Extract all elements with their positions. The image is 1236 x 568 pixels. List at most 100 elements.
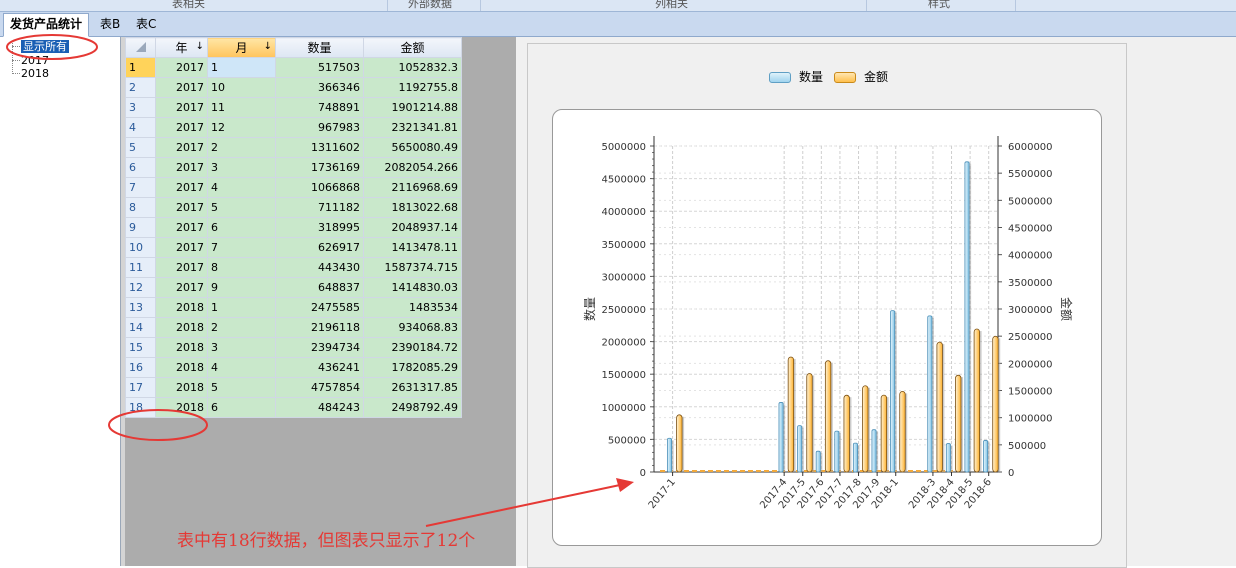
cell-quantity[interactable]: 1066868 — [275, 177, 364, 198]
column-header-month[interactable]: 月 ↓ — [207, 37, 276, 58]
tree-item-2018[interactable]: 2018 — [21, 67, 49, 80]
cell-amount[interactable]: 1413478.11 — [363, 237, 462, 258]
legend-item-amount[interactable]: 金额 — [834, 68, 888, 85]
table-row[interactable]: 7 2017 4 1066868 2116968.69 — [125, 177, 462, 198]
cell-year[interactable]: 2017 — [155, 217, 208, 238]
cell-month[interactable]: 7 — [207, 237, 276, 258]
row-number[interactable]: 13 — [125, 297, 156, 318]
cell-month[interactable]: 1 — [207, 57, 276, 78]
cell-month[interactable]: 10 — [207, 77, 276, 98]
cell-year[interactable]: 2017 — [155, 277, 208, 298]
table-row[interactable]: 14 2018 2 2196118 934068.83 — [125, 317, 462, 338]
table-row[interactable]: 13 2018 1 2475585 1483534 — [125, 297, 462, 318]
cell-amount[interactable]: 2048937.14 — [363, 217, 462, 238]
row-number[interactable]: 3 — [125, 97, 156, 118]
row-number[interactable]: 5 — [125, 137, 156, 158]
cell-quantity[interactable]: 2394734 — [275, 337, 364, 358]
cell-year[interactable]: 2017 — [155, 237, 208, 258]
cell-quantity[interactable]: 1311602 — [275, 137, 364, 158]
row-number[interactable]: 4 — [125, 117, 156, 138]
tab-table-c[interactable]: 表C — [130, 14, 162, 35]
cell-amount[interactable]: 1414830.03 — [363, 277, 462, 298]
cell-amount[interactable]: 1901214.88 — [363, 97, 462, 118]
cell-month[interactable]: 4 — [207, 357, 276, 378]
cell-quantity[interactable]: 4757854 — [275, 377, 364, 398]
row-number[interactable]: 14 — [125, 317, 156, 338]
table-row[interactable]: 11 2017 8 443430 1587374.715 — [125, 257, 462, 278]
table-row[interactable]: 10 2017 7 626917 1413478.11 — [125, 237, 462, 258]
cell-year[interactable]: 2017 — [155, 197, 208, 218]
cell-month[interactable]: 1 — [207, 297, 276, 318]
column-header-year[interactable]: 年 ↓ — [155, 37, 208, 58]
cell-month[interactable]: 12 — [207, 117, 276, 138]
table-row[interactable]: 6 2017 3 1736169 2082054.266 — [125, 157, 462, 178]
cell-year[interactable]: 2017 — [155, 57, 208, 78]
cell-amount[interactable]: 2116968.69 — [363, 177, 462, 198]
cell-year[interactable]: 2018 — [155, 297, 208, 318]
table-row[interactable]: 16 2018 4 436241 1782085.29 — [125, 357, 462, 378]
cell-month[interactable]: 5 — [207, 197, 276, 218]
table-row[interactable]: 12 2017 9 648837 1414830.03 — [125, 277, 462, 298]
row-number[interactable]: 2 — [125, 77, 156, 98]
cell-amount[interactable]: 2082054.266 — [363, 157, 462, 178]
cell-quantity[interactable]: 2475585 — [275, 297, 364, 318]
cell-amount[interactable]: 2390184.72 — [363, 337, 462, 358]
cell-amount[interactable]: 5650080.49 — [363, 137, 462, 158]
cell-month[interactable]: 11 — [207, 97, 276, 118]
cell-month[interactable]: 4 — [207, 177, 276, 198]
cell-quantity[interactable]: 648837 — [275, 277, 364, 298]
row-number[interactable]: 1 — [125, 57, 156, 78]
cell-quantity[interactable]: 318995 — [275, 217, 364, 238]
row-number[interactable]: 8 — [125, 197, 156, 218]
cell-year[interactable]: 2017 — [155, 177, 208, 198]
cell-quantity[interactable]: 967983 — [275, 117, 364, 138]
cell-amount[interactable]: 2498792.49 — [363, 397, 462, 418]
cell-quantity[interactable]: 517503 — [275, 57, 364, 78]
cell-quantity[interactable]: 484243 — [275, 397, 364, 418]
column-header-amount[interactable]: 金额 — [363, 37, 462, 58]
cell-amount[interactable]: 1813022.68 — [363, 197, 462, 218]
cell-year[interactable]: 2018 — [155, 317, 208, 338]
table-row[interactable]: 15 2018 3 2394734 2390184.72 — [125, 337, 462, 358]
row-number[interactable]: 12 — [125, 277, 156, 298]
cell-quantity[interactable]: 2196118 — [275, 317, 364, 338]
row-number[interactable]: 7 — [125, 177, 156, 198]
cell-year[interactable]: 2018 — [155, 377, 208, 398]
cell-quantity[interactable]: 443430 — [275, 257, 364, 278]
table-row[interactable]: 9 2017 6 318995 2048937.14 — [125, 217, 462, 238]
cell-amount[interactable]: 2631317.85 — [363, 377, 462, 398]
cell-amount[interactable]: 1782085.29 — [363, 357, 462, 378]
row-number[interactable]: 11 — [125, 257, 156, 278]
cell-amount[interactable]: 1192755.8 — [363, 77, 462, 98]
table-row[interactable]: 2 2017 10 366346 1192755.8 — [125, 77, 462, 98]
table-row[interactable]: 4 2017 12 967983 2321341.81 — [125, 117, 462, 138]
cell-quantity[interactable]: 1736169 — [275, 157, 364, 178]
cell-amount[interactable]: 1052832.3 — [363, 57, 462, 78]
cell-month[interactable]: 3 — [207, 337, 276, 358]
cell-month[interactable]: 2 — [207, 317, 276, 338]
cell-quantity[interactable]: 436241 — [275, 357, 364, 378]
cell-month[interactable]: 5 — [207, 377, 276, 398]
cell-amount[interactable]: 2321341.81 — [363, 117, 462, 138]
cell-year[interactable]: 2017 — [155, 117, 208, 138]
cell-month[interactable]: 9 — [207, 277, 276, 298]
table-row[interactable]: 17 2018 5 4757854 2631317.85 — [125, 377, 462, 398]
cell-year[interactable]: 2017 — [155, 137, 208, 158]
cell-year[interactable]: 2018 — [155, 357, 208, 378]
cell-month[interactable]: 2 — [207, 137, 276, 158]
table-row[interactable]: 5 2017 2 1311602 5650080.49 — [125, 137, 462, 158]
row-number[interactable]: 6 — [125, 157, 156, 178]
row-number[interactable]: 15 — [125, 337, 156, 358]
cell-year[interactable]: 2017 — [155, 77, 208, 98]
cell-year[interactable]: 2017 — [155, 257, 208, 278]
legend-item-quantity[interactable]: 数量 — [769, 68, 823, 85]
cell-quantity[interactable]: 626917 — [275, 237, 364, 258]
cell-quantity[interactable]: 366346 — [275, 77, 364, 98]
grid-corner[interactable] — [125, 37, 156, 58]
column-header-quantity[interactable]: 数量 — [275, 37, 364, 58]
cell-year[interactable]: 2017 — [155, 157, 208, 178]
table-row[interactable]: 8 2017 5 711182 1813022.68 — [125, 197, 462, 218]
cell-amount[interactable]: 1483534 — [363, 297, 462, 318]
cell-quantity[interactable]: 748891 — [275, 97, 364, 118]
row-number[interactable]: 16 — [125, 357, 156, 378]
